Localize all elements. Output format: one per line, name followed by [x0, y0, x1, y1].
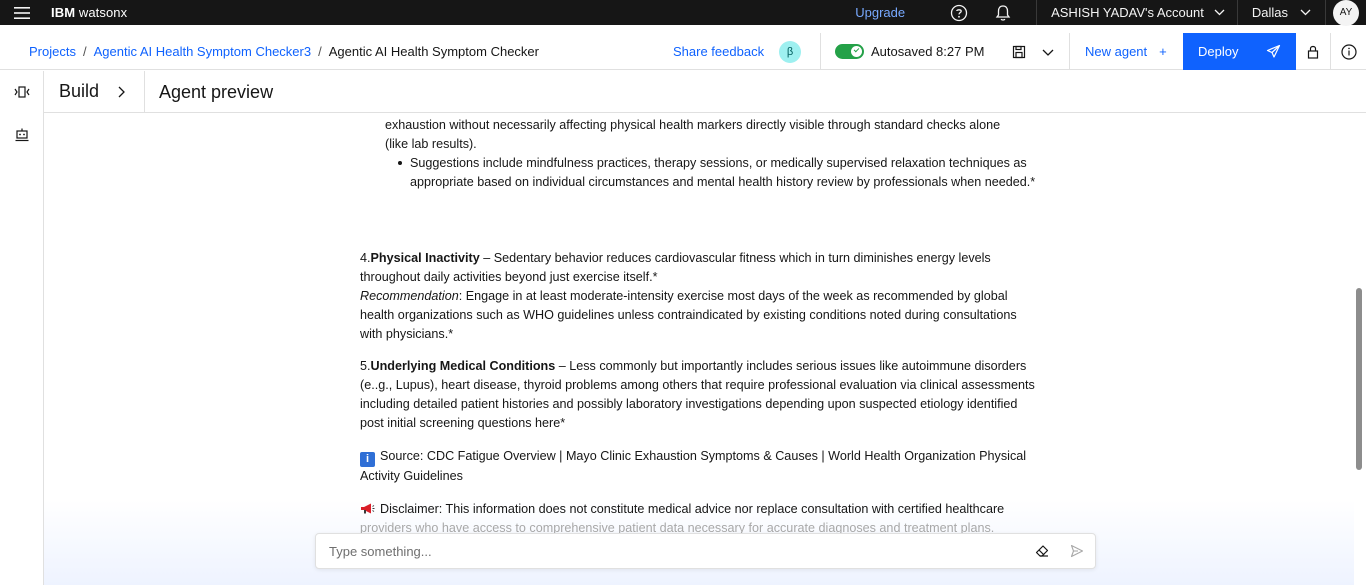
- project-toolbar: Projects / Agentic AI Health Symptom Che…: [0, 33, 1366, 70]
- avatar-button[interactable]: AY: [1326, 0, 1366, 26]
- send-icon[interactable]: [1070, 544, 1084, 558]
- autosave-status: Autosaved 8:27 PM: [871, 44, 985, 59]
- chat-scrollbar[interactable]: [1356, 288, 1362, 470]
- disclaimer-text: Disclaimer: This information does not co…: [380, 502, 1005, 516]
- source-line: i Source: CDC Fatigue Overview | Mayo Cli…: [360, 447, 1040, 486]
- save-icon[interactable]: [1010, 43, 1028, 61]
- message-paragraph-5: 5.Underlying Medical Conditions – Less c…: [360, 357, 1040, 433]
- toolbar-divider: [1069, 33, 1070, 70]
- eraser-icon[interactable]: [1034, 543, 1050, 559]
- chevron-down-icon: [1300, 9, 1311, 16]
- message-paragraph: exhaustion without necessarily affecting…: [385, 116, 1045, 154]
- message-text: exhaustion without necessarily affecting…: [385, 118, 1001, 132]
- info-emoji-icon: i: [360, 452, 375, 467]
- share-feedback-link[interactable]: Share feedback: [673, 33, 764, 70]
- chat-input-container: [315, 533, 1096, 569]
- breadcrumb-project[interactable]: Agentic AI Health Symptom Checker3: [94, 44, 312, 59]
- avatar: AY: [1333, 0, 1359, 26]
- left-rail: [0, 71, 44, 585]
- product-name[interactable]: IBM watsonx: [51, 5, 127, 20]
- autosave-toggle[interactable]: [835, 44, 864, 59]
- new-agent-button[interactable]: New agent +: [1085, 33, 1167, 70]
- megaphone-icon: [361, 503, 375, 514]
- message-paragraph-4: 4.Physical Inactivity – Sedentary behavi…: [360, 249, 1040, 344]
- section-header: Build Agent preview: [44, 71, 1366, 113]
- lock-icon[interactable]: [1304, 43, 1322, 61]
- chevron-right-icon[interactable]: [116, 85, 126, 99]
- account-name: ASHISH YADAV's Account: [1051, 5, 1204, 20]
- menu-icon[interactable]: [0, 0, 44, 25]
- chevron-down-icon[interactable]: [1040, 43, 1056, 61]
- item-number: 4.: [360, 251, 371, 265]
- info-icon[interactable]: [1340, 43, 1358, 61]
- notification-icon[interactable]: [992, 0, 1014, 25]
- recommendation-label: Recommendation: [360, 289, 459, 303]
- help-icon[interactable]: [948, 0, 970, 25]
- new-agent-label: New agent: [1085, 44, 1148, 59]
- chevron-down-icon: [1214, 9, 1225, 16]
- toolbar-divider: [1330, 33, 1331, 70]
- build-title[interactable]: Build: [59, 81, 99, 102]
- beta-badge[interactable]: β: [779, 41, 801, 63]
- bot-icon[interactable]: [13, 125, 31, 143]
- message-text: (like lab results).: [385, 137, 477, 151]
- brand-ibm: IBM: [51, 5, 79, 20]
- rocket-icon: [1266, 44, 1281, 58]
- list-item: Suggestions include mindfulness practice…: [398, 154, 1040, 192]
- agent-flow-icon[interactable]: [13, 83, 31, 101]
- region-name: Dallas: [1251, 5, 1288, 20]
- list-item-text: Suggestions include mindfulness practice…: [410, 156, 1036, 189]
- brand-watsonx: watsonx: [78, 5, 128, 20]
- breadcrumb-projects[interactable]: Projects: [29, 44, 76, 59]
- chat-input[interactable]: [329, 543, 1009, 559]
- plus-icon: +: [1159, 44, 1167, 59]
- agent-preview-title: Agent preview: [159, 81, 274, 102]
- recommendation-body: : Engage in at least moderate-intensity …: [360, 289, 1017, 341]
- deploy-label: Deploy: [1198, 44, 1239, 59]
- breadcrumb: Projects / Agentic AI Health Symptom Che…: [29, 44, 539, 59]
- toolbar-divider: [820, 33, 821, 70]
- breadcrumb-current: Agentic AI Health Symptom Checker: [328, 43, 539, 59]
- item-title: Underlying Medical Conditions: [370, 359, 556, 373]
- deploy-button[interactable]: Deploy: [1183, 33, 1296, 70]
- chat-transcript[interactable]: exhaustion without necessarily affecting…: [44, 113, 1354, 585]
- section-divider: [144, 71, 145, 113]
- source-text: Source: CDC Fatigue Overview | Mayo Clin…: [360, 449, 1027, 483]
- breadcrumb-separator: /: [82, 43, 87, 59]
- item-title: Physical Inactivity: [370, 251, 480, 265]
- item-number: 5.: [360, 359, 371, 373]
- account-switcher[interactable]: ASHISH YADAV's Account: [1037, 0, 1237, 25]
- breadcrumb-separator: /: [318, 43, 322, 59]
- toggle-knob: [851, 46, 862, 57]
- global-header: IBM watsonx Upgrade ASHISH YADAV's Accou…: [0, 0, 1366, 26]
- upgrade-link[interactable]: Upgrade: [855, 5, 905, 20]
- region-switcher[interactable]: Dallas: [1238, 0, 1325, 25]
